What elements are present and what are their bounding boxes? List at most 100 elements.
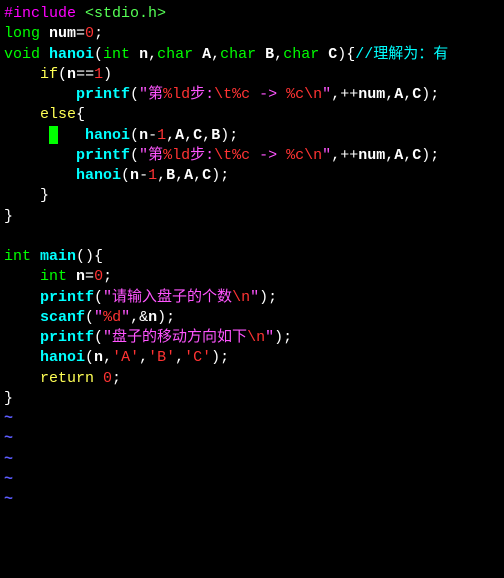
paren: ) [274,329,283,346]
comma: , [157,167,166,184]
paren: ( [121,167,130,184]
escape: \n [304,147,322,164]
brace: } [40,187,49,204]
paren: ) [421,147,430,164]
paren: ) [259,289,268,306]
paren: ) [337,46,346,63]
indent [4,268,40,285]
identifier: B [166,167,175,184]
code-editor[interactable]: #include <stdio.h> long num=0; void hano… [4,4,500,510]
string: " [322,147,331,164]
empty-line-marker: ~ [4,490,500,510]
empty-line-marker: ~ [4,450,500,470]
code-line: scanf("%d",&n); [4,308,500,328]
comma: , [274,46,283,63]
format-spec: %d [103,309,121,326]
blank-line [4,227,500,247]
cursor [49,126,58,144]
paren: ( [94,289,103,306]
paren: ) [220,127,229,144]
identifier: n [67,66,76,83]
semicolon: ; [103,268,112,285]
semicolon: ; [112,370,121,387]
identifier: n [139,46,148,63]
code-line: #include <stdio.h> [4,4,500,24]
code-line: int n=0; [4,267,500,287]
paren: () [76,248,94,265]
paren: ) [103,66,112,83]
empty-line-marker: ~ [4,409,500,429]
function-call: printf [76,86,130,103]
identifier: C [412,86,421,103]
code-line: printf("盘子的移动方向如下\n"); [4,328,500,348]
code-line: if(n==1) [4,65,500,85]
header-file: <stdio.h> [85,5,166,22]
comma: , [202,127,211,144]
comma: , [103,349,112,366]
comma: , [184,127,193,144]
identifier: n [139,127,148,144]
identifier: num [358,147,385,164]
number-literal: 0 [103,370,112,387]
paren: ) [211,349,220,366]
string: "第 [139,147,163,164]
code-line: } [4,207,500,227]
escape: \n [304,86,322,103]
comma: , [403,86,412,103]
identifier: C [193,127,202,144]
paren: ( [85,349,94,366]
comma: , [148,46,157,63]
type-keyword: long [4,25,49,42]
format-spec: %ld [163,147,190,164]
operator: ,++ [331,147,358,164]
code-line: printf("请输入盘子的个数\n"); [4,288,500,308]
semicolon: ; [283,329,292,346]
code-line: } [4,389,500,409]
function-call: hanoi [76,167,121,184]
comma: , [385,147,394,164]
operator: - [139,167,148,184]
escape: \n [232,289,250,306]
string: " [322,86,331,103]
comma: , [166,127,175,144]
comma: , [403,147,412,164]
indent [4,370,40,387]
operator: = [85,268,94,285]
string: "请输入盘子的个数 [103,289,232,306]
indent [4,147,76,164]
string: "第 [139,86,163,103]
comma: , [139,349,148,366]
format-spec: %c [232,86,250,103]
code-line: void hanoi(int n,char A,char B,char C){/… [4,45,500,65]
keyword: else [40,106,76,123]
number-literal: 0 [94,268,103,285]
brace: } [4,390,13,407]
code-line: long num=0; [4,24,500,44]
blank [4,228,13,245]
comma: , [175,349,184,366]
paren: ( [85,309,94,326]
operator: = [76,25,85,42]
escape: \t [214,86,232,103]
function-name: main [40,248,76,265]
identifier: n [94,349,103,366]
code-line: hanoi(n,'A','B','C'); [4,348,500,368]
format-spec: %c [286,147,304,164]
paren: ( [94,46,103,63]
indent [4,289,40,306]
type-keyword: char [283,46,328,63]
char-literal: 'B' [148,349,175,366]
keyword: return [40,370,103,387]
brace: } [4,208,13,225]
type-keyword: int [40,268,76,285]
identifier: C [202,167,211,184]
identifier: n [148,309,157,326]
string: " [265,329,274,346]
code-line: else{ [4,105,500,125]
indent [4,167,76,184]
indent [4,127,49,144]
paren: ) [421,86,430,103]
identifier: A [394,147,403,164]
char-literal: 'A' [112,349,139,366]
paren: ( [94,329,103,346]
